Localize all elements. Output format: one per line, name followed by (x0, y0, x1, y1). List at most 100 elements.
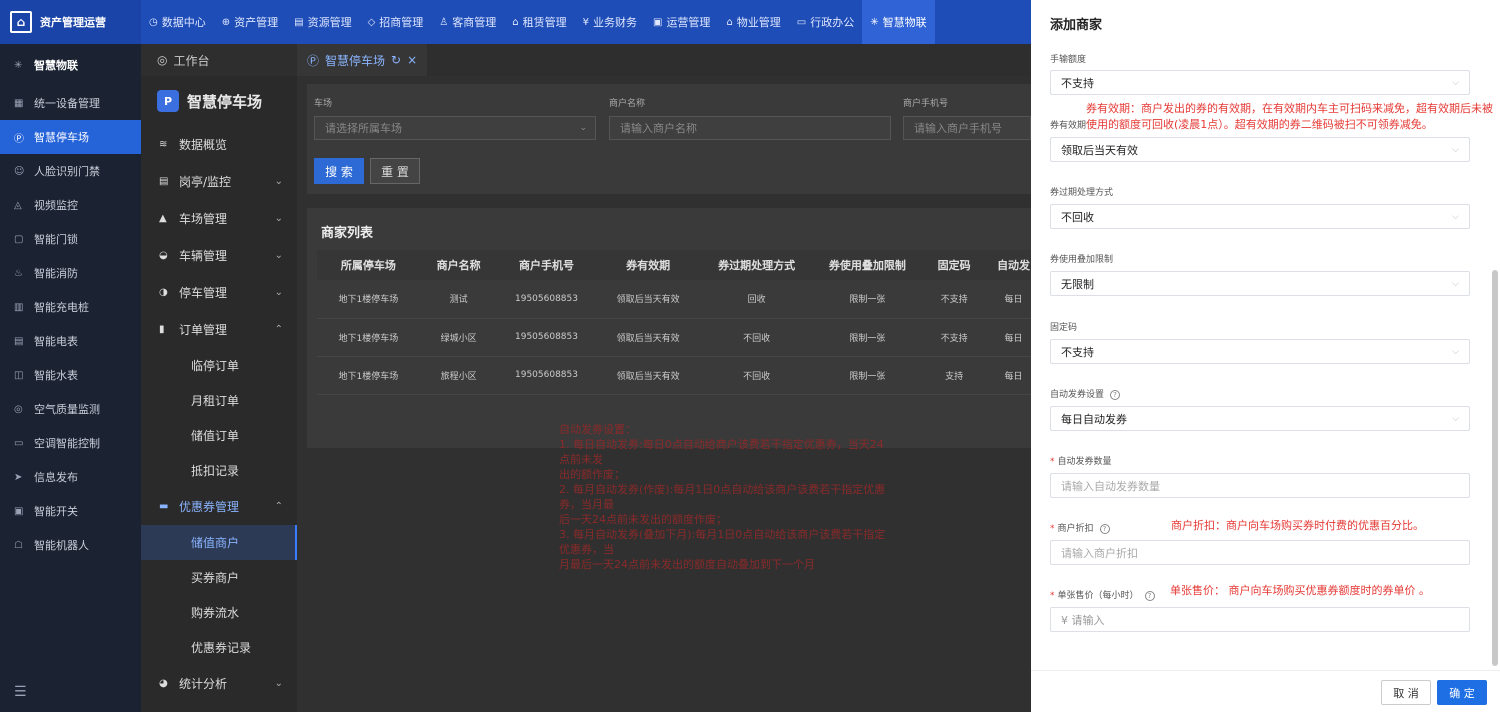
submenu-item-3[interactable]: ◒ 车辆管理 ⌄ (141, 237, 297, 274)
topnav-item-3[interactable]: ◇ 招商管理 (360, 0, 432, 44)
chevron-icon: ⌃ (274, 501, 283, 512)
tab-parking[interactable]: Ⓟ 智慧停车场 ↻ × (297, 44, 428, 76)
sidebar-item-10[interactable]: ▭ 空调智能控制 (0, 426, 141, 460)
price-input[interactable]: ¥ 请输入 (1050, 607, 1470, 632)
lot-select[interactable]: 请选择所属车场 ⌄ (314, 116, 596, 140)
expire-select[interactable]: 不回收 ⌵ (1050, 204, 1470, 229)
drawer-scrollbar[interactable] (1492, 270, 1498, 666)
submenu-item-5[interactable]: ▮ 订单管理 ⌃ (141, 311, 297, 348)
submenu-coupon[interactable]: ▬ 优惠券管理 ⌃ (141, 488, 297, 525)
table-row[interactable]: 地下1楼停车场 绿城小区 19505608853 领取后当天有效 不回收 限制一张 不支持每… (317, 318, 1041, 357)
confirm-button[interactable]: 确 定 (1437, 680, 1487, 705)
sidebar-item-12[interactable]: ▣ 智能开关 (0, 494, 141, 528)
sidebar-item-1[interactable]: Ⓟ 智慧停车场 (0, 120, 141, 154)
submenu-stats[interactable]: ◕ 统计分析 ⌄ (141, 665, 297, 702)
menu-icon: ▤ (159, 176, 169, 187)
stack-select[interactable]: 无限制 ⌵ (1050, 271, 1470, 296)
topnav-item-6[interactable]: ¥ 业务财务 (575, 0, 645, 44)
submenu-order-leaf-0[interactable]: 临停订单 (141, 348, 297, 383)
qty-input[interactable]: 请输入自动发券数量 (1050, 473, 1470, 498)
sidebar-item-4[interactable]: ▢ 智能门锁 (0, 222, 141, 256)
topnav-label: 行政办公 (810, 16, 855, 29)
bank-icon: ⌂ (10, 11, 32, 33)
ac-icon: ▭ (14, 437, 24, 449)
tab-workbench[interactable]: ◎ 工作台 (141, 44, 297, 76)
submenu-coupon-leaf-1[interactable]: 买券商户 (141, 560, 297, 595)
validity-select[interactable]: 领取后当天有效 ⌵ (1050, 137, 1470, 162)
stack-value: 无限制 (1061, 277, 1094, 291)
sidebar-head[interactable]: ✳ 智慧物联 (0, 44, 141, 86)
table-row[interactable]: 地下1楼停车场 旅程小区 19505608853 领取后当天有效 不回收 限制一张 支持 每日 (317, 356, 1041, 395)
submenu-item-0[interactable]: ≋ 数据概览 (141, 126, 297, 163)
sidebar-item-0[interactable]: ▦ 统一设备管理 (0, 86, 141, 120)
sidebar-item-label: 统一设备管理 (34, 97, 100, 110)
submenu-order-leaf-3[interactable]: 抵扣记录 (141, 453, 297, 488)
topnav-item-1[interactable]: ⊕ 资产管理 (214, 0, 286, 44)
sidebar-item-5[interactable]: ♨ 智能消防 (0, 256, 141, 290)
required-mark: * (1050, 524, 1055, 534)
submenu-coupon-leaf-2[interactable]: 购券流水 (141, 595, 297, 630)
sidebar-item-13[interactable]: ☖ 智能机器人 (0, 528, 141, 562)
help-icon[interactable]: ? (1099, 524, 1110, 534)
column-header: 所属停车场 (317, 250, 420, 280)
close-tab-icon[interactable]: × (407, 53, 417, 67)
topnav-item-8[interactable]: ⌂ 物业管理 (718, 0, 788, 44)
sidebar-item-label: 智慧停车场 (34, 131, 89, 144)
sidebar-item-11[interactable]: ➤ 信息发布 (0, 460, 141, 494)
sidebar-item-7[interactable]: ▤ 智能电表 (0, 324, 141, 358)
chevron-down-icon: ⌵ (1452, 77, 1459, 88)
app-logo[interactable]: ⌂ 资产管理运营 (0, 0, 141, 44)
reset-button[interactable]: 重 置 (370, 158, 420, 184)
help-icon[interactable]: ? (1110, 390, 1121, 400)
submenu-title: P 智慧停车场 (141, 76, 297, 126)
topnav-item-10[interactable]: ✳ 智慧物联 (862, 0, 935, 44)
auto-select[interactable]: 每日自动发券 ⌵ (1050, 406, 1470, 431)
topnav-item-0[interactable]: ◷ 数据中心 (141, 0, 214, 44)
submenu-item-4[interactable]: ◑ 停车管理 ⌄ (141, 274, 297, 311)
table-cell: 不支持 (922, 280, 987, 319)
topnav-item-2[interactable]: ▤ 资源管理 (286, 0, 359, 44)
discount-input[interactable]: 请输入商户折扣 (1050, 540, 1470, 565)
collapse-menu-icon[interactable]: ☰ (14, 684, 27, 700)
topnav-item-5[interactable]: ⌂ 租赁管理 (504, 0, 574, 44)
sidebar: ✳ 智慧物联 ▦ 统一设备管理 Ⓟ 智慧停车场 ☺ 人脸识别门禁 ◬ 视频监控 ▢ 智能门锁 ♨ 智能… (0, 44, 141, 712)
submenu-order-leaf-1[interactable]: 月租订单 (141, 383, 297, 418)
menu-label: 统计分析 (179, 677, 228, 691)
sidebar-item-8[interactable]: ◫ 智能水表 (0, 358, 141, 392)
topnav-label: 运营管理 (666, 16, 711, 29)
office-icon: ▭ (796, 16, 807, 28)
submenu-coupon-leaf-0[interactable]: 储值商户 (141, 525, 297, 560)
submenu-hardware[interactable]: ▲智能硬件⌄ (141, 702, 297, 712)
sidebar-item-2[interactable]: ☺ 人脸识别门禁 (0, 154, 141, 188)
topnav-item-4[interactable]: ♙ 客商管理 (431, 0, 504, 44)
menu-icon: ▬ (159, 501, 169, 512)
table-cell: 地下1楼停车场 (317, 318, 420, 357)
phone-input[interactable]: 请输入商户手机号 (903, 116, 1031, 140)
table-cell: 19505608853 (497, 318, 596, 357)
submenu-coupon-leaf-3[interactable]: 优惠券记录 (141, 630, 297, 665)
name-placeholder: 请输入商户名称 (620, 122, 697, 135)
discount-annotation: 商户折扣：商户向车场购买券时付费的优惠百分比。 (1171, 519, 1424, 532)
discount-label: * 商户折扣? (1050, 521, 1110, 534)
submenu-item-1[interactable]: ▤ 岗亭/监控 ⌄ (141, 163, 297, 200)
fixed-select[interactable]: 不支持 ⌵ (1050, 339, 1470, 364)
annotation-line: 2. 每月自动发券(作废):每月1日0点自动给该商户该费若干指定优惠券，当月最 (559, 483, 886, 511)
submenu-order-leaf-2[interactable]: 储值订单 (141, 418, 297, 453)
sidebar-item-9[interactable]: ◎ 空气质量监测 (0, 392, 141, 426)
sidebar-item-6[interactable]: ▥ 智能充电桩 (0, 290, 141, 324)
topnav-item-7[interactable]: ▣ 运营管理 (645, 0, 718, 44)
sidebar-item-label: 智能水表 (34, 369, 78, 382)
help-icon[interactable]: ? (1144, 591, 1155, 601)
submenu-item-2[interactable]: ▲ 车场管理 ⌄ (141, 200, 297, 237)
topnav-item-9[interactable]: ▭ 行政办公 (789, 0, 862, 44)
refresh-icon[interactable]: ↻ (391, 53, 401, 67)
name-input[interactable]: 请输入商户名称 (609, 116, 891, 140)
sidebar-item-label: 智能开关 (34, 505, 78, 518)
search-button[interactable]: 搜 索 (314, 158, 364, 184)
sidebar-item-3[interactable]: ◬ 视频监控 (0, 188, 141, 222)
list-title: 商家列表 (321, 226, 374, 241)
handcoupon-select[interactable]: 不支持 ⌵ (1050, 70, 1470, 95)
table-row[interactable]: 地下1楼停车场 测试 19505608853 领取后当天有效 回收 限制一张 不支持 每日 (317, 280, 1041, 319)
cancel-button[interactable]: 取 消 (1381, 680, 1431, 705)
auto-label: 自动发券设置? (1050, 387, 1121, 400)
